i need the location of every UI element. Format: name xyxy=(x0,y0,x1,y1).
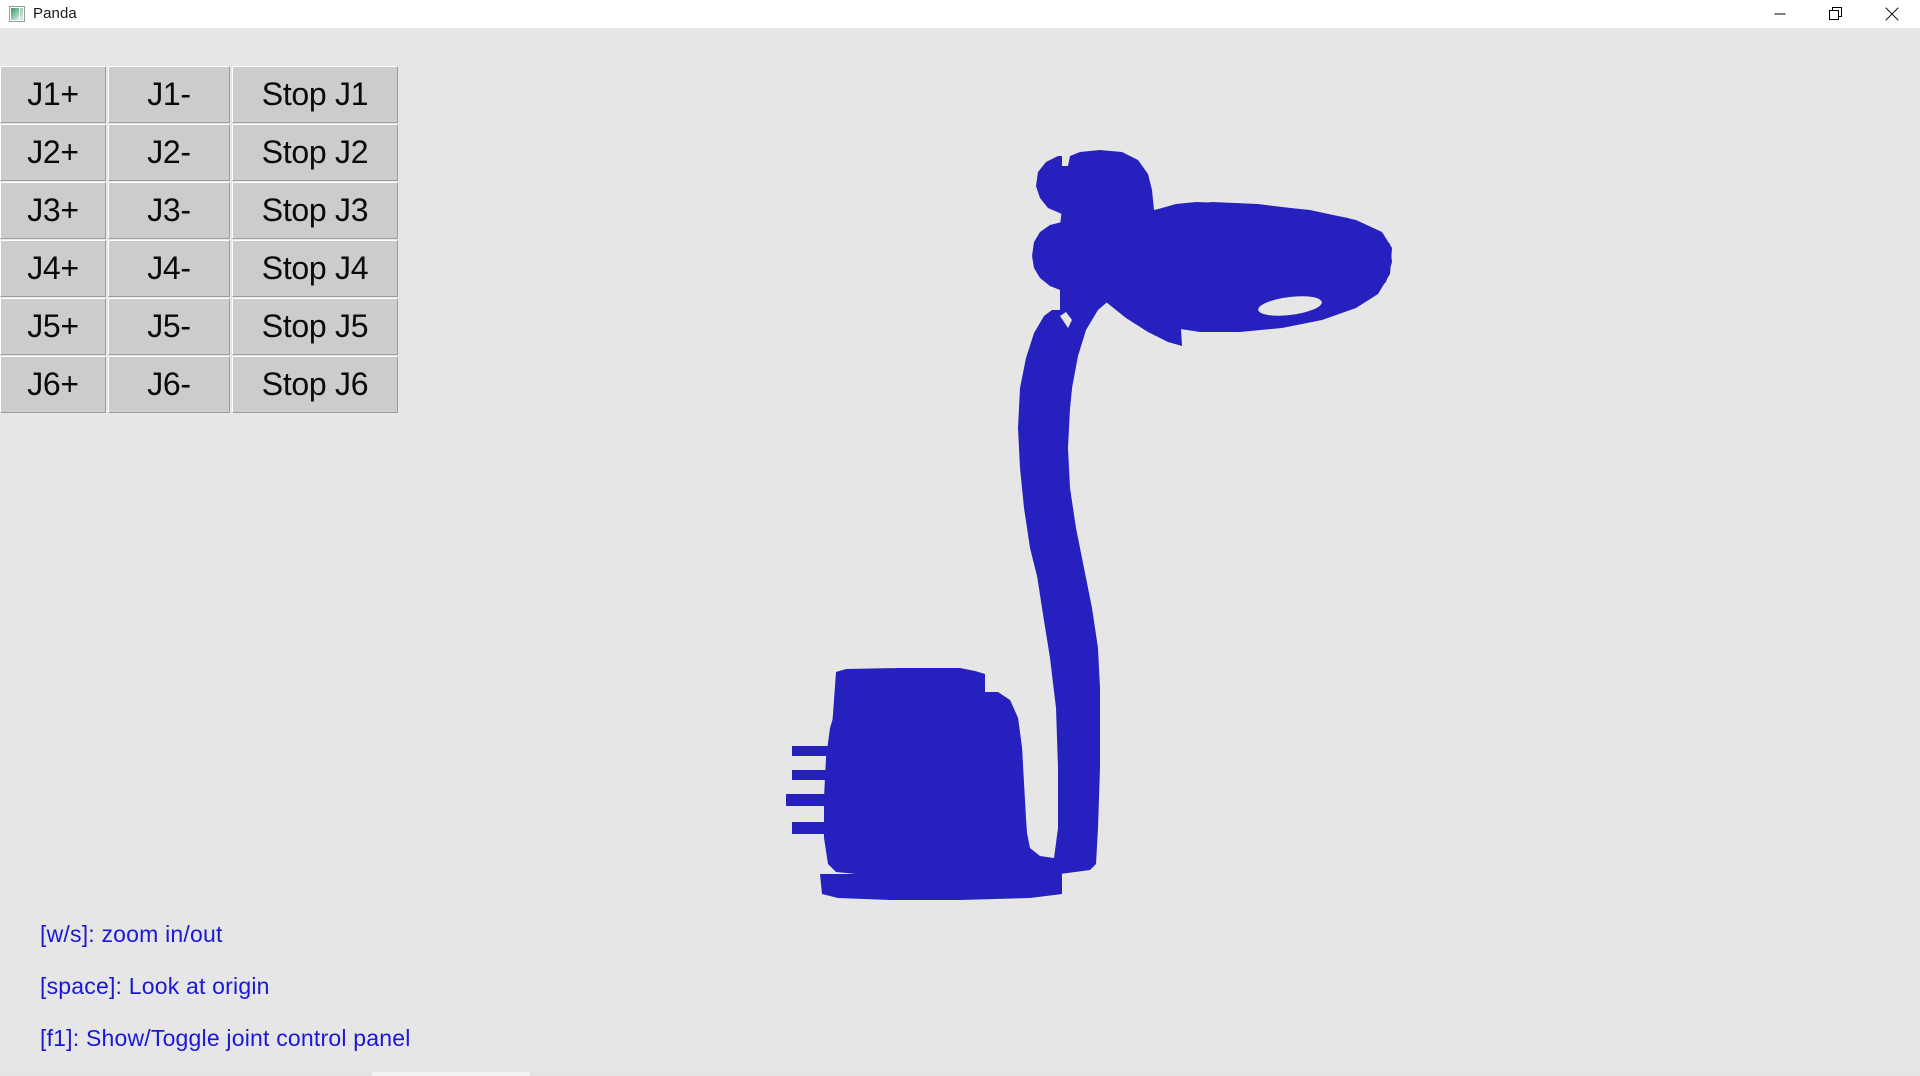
window-controls xyxy=(1752,0,1920,28)
joint-6-decrement-button[interactable]: J6- xyxy=(108,356,230,413)
window-title: Panda xyxy=(33,5,77,22)
joint-5-decrement-button[interactable]: J5- xyxy=(108,298,230,355)
joint-2-increment-button[interactable]: J2+ xyxy=(0,124,106,181)
help-line-look-origin: [space]: Look at origin xyxy=(40,973,270,999)
joint-2-decrement-button[interactable]: J2- xyxy=(108,124,230,181)
joint-6-stop-button[interactable]: Stop J6 xyxy=(232,356,398,413)
joint-6-increment-button[interactable]: J6+ xyxy=(0,356,106,413)
joint-5-increment-button[interactable]: J5+ xyxy=(0,298,106,355)
joint-row: J6+ J6- Stop J6 xyxy=(0,356,398,413)
render-viewport[interactable]: J1+ J1- Stop J1 J2+ J2- Stop J2 J3+ J3- … xyxy=(0,28,1920,1076)
joint-3-stop-button[interactable]: Stop J3 xyxy=(232,182,398,239)
joint-1-increment-button[interactable]: J1+ xyxy=(0,66,106,123)
joint-4-increment-button[interactable]: J4+ xyxy=(0,240,106,297)
restore-icon xyxy=(1829,7,1842,20)
joint-row: J2+ J2- Stop J2 xyxy=(0,124,398,181)
image-thumbnail-icon xyxy=(9,6,25,22)
joint-4-stop-button[interactable]: Stop J4 xyxy=(232,240,398,297)
close-icon xyxy=(1885,7,1899,21)
joint-4-decrement-button[interactable]: J4- xyxy=(108,240,230,297)
joint-5-stop-button[interactable]: Stop J5 xyxy=(232,298,398,355)
joint-row: J3+ J3- Stop J3 xyxy=(0,182,398,239)
close-button[interactable] xyxy=(1864,0,1920,28)
joint-3-decrement-button[interactable]: J3- xyxy=(108,182,230,239)
joint-1-decrement-button[interactable]: J1- xyxy=(108,66,230,123)
help-overlay: [w/s]: zoom in/out [space]: Look at orig… xyxy=(40,908,411,1064)
joint-control-panel: J1+ J1- Stop J1 J2+ J2- Stop J2 J3+ J3- … xyxy=(0,66,398,414)
joint-3-increment-button[interactable]: J3+ xyxy=(0,182,106,239)
joint-row: J4+ J4- Stop J4 xyxy=(0,240,398,297)
taskbar-highlight-segment xyxy=(372,1072,530,1076)
help-line-zoom: [w/s]: zoom in/out xyxy=(40,921,223,947)
joint-row: J5+ J5- Stop J5 xyxy=(0,298,398,355)
minimize-button[interactable] xyxy=(1752,0,1808,28)
minimize-icon xyxy=(1774,13,1786,15)
help-line-toggle-panel: [f1]: Show/Toggle joint control panel xyxy=(40,1025,411,1051)
application-window: Panda J1+ J1- Stop J1 J2+ J2- Stop J2 J3… xyxy=(0,0,1920,1076)
restore-button[interactable] xyxy=(1808,0,1864,28)
taskbar-edge xyxy=(0,1072,1920,1076)
title-bar: Panda xyxy=(0,0,1920,28)
joint-2-stop-button[interactable]: Stop J2 xyxy=(232,124,398,181)
joint-row: J1+ J1- Stop J1 xyxy=(0,66,398,123)
joint-1-stop-button[interactable]: Stop J1 xyxy=(232,66,398,123)
